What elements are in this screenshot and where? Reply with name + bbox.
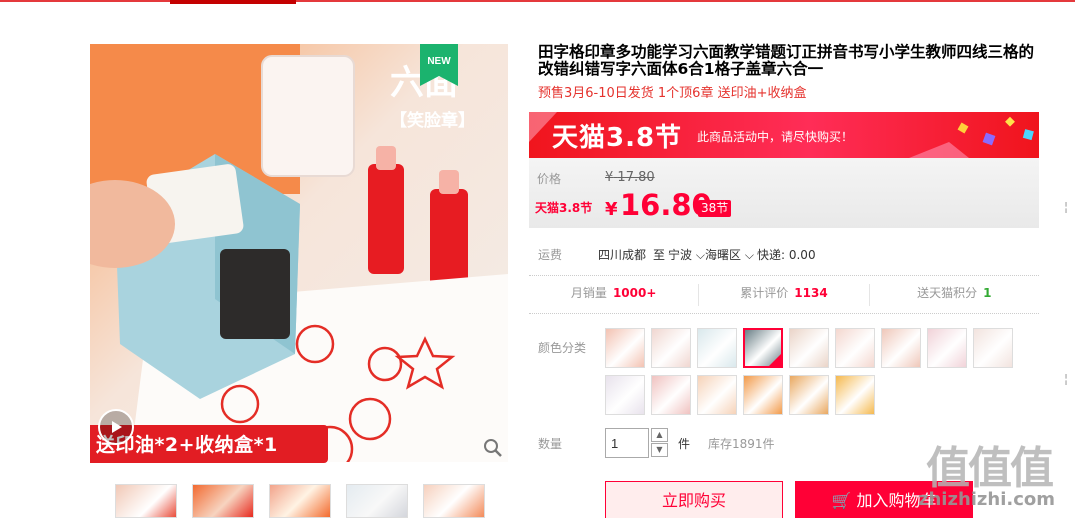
banner-note: 此商品活动中，请尽快购买！ [697,130,854,144]
ship-to-prefix: 至 [653,248,666,262]
shipping-fee: 快递: 0.00 [757,248,816,262]
chevron-down-icon: ⌵ [741,248,754,262]
cart-icon: 🛒 [831,491,852,510]
new-badge: NEW [420,44,458,86]
color-swatch[interactable] [743,375,783,415]
promo-price-label: 天猫3.8节 [535,201,593,215]
edge-fragment: ¦ [1064,200,1069,214]
color-swatch[interactable] [973,328,1013,368]
product-title: 田字格印章多功能学习六面教学错题订正拼音书写小学生教师四线三格的改错纠错写字六面… [538,43,1035,78]
quantity-unit: 件 [678,437,691,451]
currency-symbol: ¥ [605,199,618,220]
color-swatch[interactable] [789,375,829,415]
color-swatch[interactable] [651,375,691,415]
city-select[interactable]: 宁波 ⌵ [668,246,705,263]
color-swatch[interactable] [651,328,691,368]
stock-count: 库存1891件 [708,437,775,451]
color-swatch[interactable] [697,375,737,415]
presale-note: 预售3月6-10日发货 1个顶6章 送印油+收纳盒 [538,86,807,101]
top-nav-active-indicator [170,0,296,4]
color-swatch[interactable] [605,328,645,368]
tmall-38-logo: 天猫3.8节 [552,123,683,153]
video-play-button[interactable] [98,409,134,445]
color-option-label: 颜色分类 [538,341,587,355]
play-icon [112,421,122,433]
quantity-input[interactable] [605,428,649,458]
shipping-label: 运费 [538,248,563,262]
product-subtitle-text: 【笑脸章】 [390,110,475,130]
top-border [0,0,1075,2]
thumbnail-4[interactable] [346,484,408,518]
stats-row: 月销量 1000+ 累计评价 1134 送天猫积分 1 [529,284,1039,306]
ship-from: 四川成都 [598,248,647,262]
buy-now-button[interactable]: 立即购买 [605,481,783,518]
price-label: 价格 [537,172,562,186]
reward-points: 送天猫积分 1 [868,284,1039,306]
color-swatch[interactable] [743,328,783,368]
color-swatch[interactable] [605,375,645,415]
thumbnail-5[interactable] [423,484,485,518]
divider [529,275,1039,276]
watermark-logo: 值值值 [926,443,1054,494]
chevron-down-icon: ⌵ [692,248,705,262]
edge-fragment: ¦ [1064,372,1069,386]
watermark-url: zhizhizhi.com [918,489,1056,510]
color-swatch[interactable] [881,328,921,368]
color-swatch[interactable] [835,328,875,368]
quantity-label: 数量 [538,437,563,451]
color-swatch[interactable] [789,328,829,368]
main-product-image[interactable]: 六面 【笑脸章】 [90,44,508,462]
thumbnail-strip [115,484,485,518]
quantity-increase-button[interactable]: ▲ [651,428,668,442]
original-price: ¥ 17.80 [605,170,655,185]
thumbnail-2[interactable] [192,484,254,518]
total-reviews[interactable]: 累计评价 1134 [698,284,868,306]
district-select[interactable]: 海曙区 ⌵ [705,246,754,263]
color-swatch[interactable] [927,328,967,368]
new-badge-label: NEW [427,56,451,67]
thumbnail-1[interactable] [115,484,177,518]
color-swatch[interactable] [835,375,875,415]
zoom-icon[interactable] [483,438,503,458]
color-swatch[interactable] [697,328,737,368]
monthly-sales: 月销量 1000+ [570,286,657,300]
product-photo: 六面 【笑脸章】 [90,44,508,462]
event-price-tag: 38节 [698,200,732,217]
thumbnail-3[interactable] [269,484,331,518]
quantity-decrease-button[interactable]: ▼ [651,443,668,457]
divider [529,313,1039,314]
